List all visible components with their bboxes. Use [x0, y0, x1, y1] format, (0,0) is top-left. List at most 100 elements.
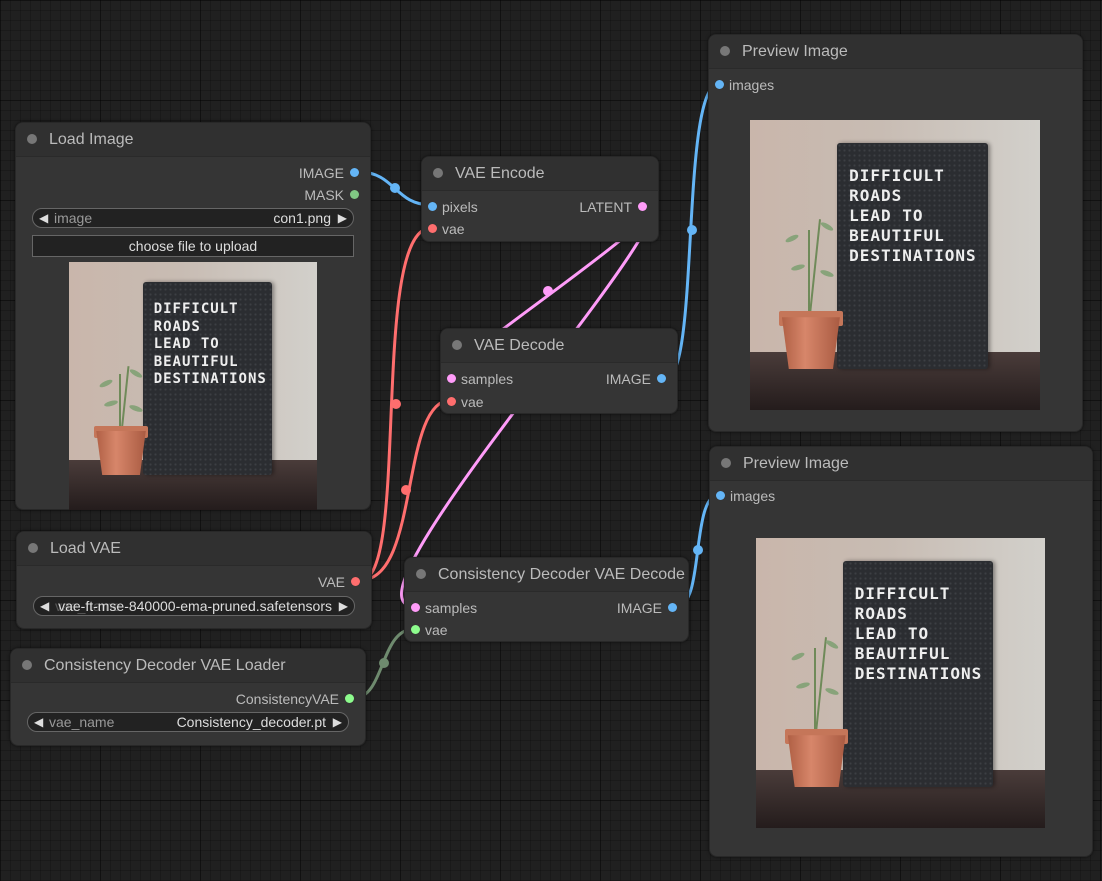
collapse-dot-icon[interactable] — [721, 458, 731, 468]
output-slot-vae[interactable]: VAE — [318, 574, 365, 590]
input-slot-vae[interactable]: vae — [441, 394, 484, 410]
node-title[interactable]: Preview Image — [710, 447, 1092, 481]
slot-label: IMAGE — [605, 371, 651, 387]
widget-label: vae_name — [49, 714, 115, 730]
output-slot-consistency-vae[interactable]: ConsistencyVAE — [236, 691, 359, 707]
slot-label: images — [730, 488, 776, 504]
link-midpoint[interactable] — [379, 658, 389, 668]
arrow-left-icon[interactable]: ◀ — [39, 209, 48, 227]
link-midpoint[interactable] — [687, 225, 697, 235]
output-slot-image[interactable]: IMAGE — [299, 165, 364, 181]
slot-label: samples — [425, 600, 478, 616]
output-slot-mask[interactable]: MASK — [304, 187, 364, 203]
node-title[interactable]: Consistency Decoder VAE Loader — [11, 649, 365, 683]
link-midpoint[interactable] — [693, 545, 703, 555]
input-dot-icon[interactable] — [411, 603, 420, 612]
sign-text-line: DESTINATIONS — [854, 663, 983, 683]
link-midpoint[interactable] — [391, 399, 401, 409]
slot-label: pixels — [442, 199, 478, 215]
vae-encode-node[interactable]: VAE Encode pixels vae LATENT — [421, 156, 659, 242]
sign-text-line: BEAUTIFUL — [153, 353, 239, 370]
input-dot-icon[interactable] — [447, 374, 456, 383]
slot-label: LATENT — [579, 199, 632, 215]
link-midpoint[interactable] — [543, 286, 553, 296]
image-combo-widget[interactable]: ◀ image con1.png ▶ — [32, 208, 354, 228]
node-title[interactable]: Load VAE — [17, 532, 371, 566]
input-slot-samples[interactable]: samples — [405, 600, 477, 616]
consistency-decoder-vae-decode-node[interactable]: Consistency Decoder VAE Decode samples v… — [404, 557, 689, 642]
widget-value: Consistency_decoder.pt — [176, 714, 326, 730]
arrow-left-icon[interactable]: ◀ — [40, 597, 49, 615]
load-image-node[interactable]: Load Image IMAGE MASK ◀ image con1.png ▶… — [15, 122, 371, 510]
input-dot-icon[interactable] — [428, 202, 437, 211]
collapse-dot-icon[interactable] — [433, 168, 443, 178]
input-slot-vae[interactable]: vae — [422, 221, 465, 237]
input-slot-vae[interactable]: vae — [405, 622, 448, 638]
input-dot-icon[interactable] — [428, 224, 437, 233]
slot-label: ConsistencyVAE — [235, 691, 339, 707]
link-vae-to-decode — [359, 398, 453, 582]
node-title[interactable]: Load Image — [16, 123, 370, 157]
node-title-text: Load VAE — [50, 540, 121, 557]
input-image-preview: DIFFICULT ROADS LEAD TO BEAUTIFUL DESTIN… — [69, 262, 317, 510]
slot-label: IMAGE — [616, 600, 662, 616]
sign-text-line: LEAD TO — [849, 205, 924, 225]
collapse-dot-icon[interactable] — [27, 134, 37, 144]
node-title[interactable]: Preview Image — [709, 35, 1082, 69]
arrow-right-icon[interactable]: ▶ — [338, 209, 347, 227]
preview-image-node-top[interactable]: Preview Image images DIFFICULT ROADS LEA… — [708, 34, 1083, 432]
arrow-right-icon[interactable]: ▶ — [339, 597, 348, 615]
arrow-right-icon[interactable]: ▶ — [333, 713, 342, 731]
output-dot-icon[interactable] — [351, 577, 360, 586]
sign-text-line: BEAUTIFUL — [849, 225, 945, 245]
input-dot-icon[interactable] — [447, 397, 456, 406]
slot-label: vae — [442, 221, 465, 237]
slot-label: images — [729, 77, 775, 93]
slot-label: vae — [461, 394, 484, 410]
output-dot-icon[interactable] — [668, 603, 677, 612]
vae-decode-node[interactable]: VAE Decode samples vae IMAGE — [440, 328, 678, 414]
sign-text-line: DESTINATIONS — [849, 245, 977, 265]
input-slot-samples[interactable]: samples — [441, 371, 513, 387]
sign-text-line: DIFFICULT — [849, 165, 945, 185]
collapse-dot-icon[interactable] — [28, 543, 38, 553]
link-midpoint[interactable] — [390, 183, 400, 193]
output-dot-icon[interactable] — [350, 168, 359, 177]
link-midpoint[interactable] — [401, 485, 411, 495]
input-dot-icon[interactable] — [411, 625, 420, 634]
node-title[interactable]: Consistency Decoder VAE Decode — [405, 558, 688, 592]
output-dot-icon[interactable] — [657, 374, 666, 383]
output-image-preview: DIFFICULT ROADS LEAD TO BEAUTIFUL DESTIN… — [756, 538, 1045, 828]
vae-name-combo-widget[interactable]: ◀ vae_name Consistency_decoder.pt ▶ — [27, 712, 349, 732]
sign-text-line: LEAD TO — [153, 336, 220, 353]
input-slot-pixels[interactable]: pixels — [422, 199, 478, 215]
preview-image-node-bottom[interactable]: Preview Image images DIFFICULT ROADS LEA… — [709, 446, 1093, 857]
output-dot-icon[interactable] — [638, 202, 647, 211]
output-slot-latent[interactable]: LATENT — [579, 199, 652, 215]
node-title[interactable]: VAE Decode — [441, 329, 677, 363]
output-dot-icon[interactable] — [350, 190, 359, 199]
sign-text-line: ROADS — [849, 185, 903, 205]
collapse-dot-icon[interactable] — [416, 569, 426, 579]
arrow-left-icon[interactable]: ◀ — [34, 713, 43, 731]
vae-name-combo-widget[interactable]: ◀ vae_name vae-ft-mse-840000-ema-pruned.… — [33, 596, 355, 616]
output-dot-icon[interactable] — [345, 694, 354, 703]
collapse-dot-icon[interactable] — [720, 46, 730, 56]
upload-button[interactable]: choose file to upload — [32, 235, 354, 257]
collapse-dot-icon[interactable] — [22, 660, 32, 670]
node-title-text: VAE Decode — [474, 337, 565, 354]
output-slot-image[interactable]: IMAGE — [606, 371, 671, 387]
input-slot-images[interactable]: images — [709, 77, 774, 93]
input-slot-images[interactable]: images — [710, 488, 775, 504]
load-vae-node[interactable]: Load VAE VAE ◀ vae_name vae-ft-mse-84000… — [16, 531, 372, 629]
input-dot-icon[interactable] — [715, 80, 724, 89]
output-slot-image[interactable]: IMAGE — [617, 600, 682, 616]
consistency-decoder-vae-loader-node[interactable]: Consistency Decoder VAE Loader Consisten… — [10, 648, 366, 746]
node-title[interactable]: VAE Encode — [422, 157, 658, 191]
node-title-text: Preview Image — [743, 455, 849, 472]
widget-value: vae-ft-mse-840000-ema-pruned.safetensors — [58, 598, 332, 614]
input-dot-icon[interactable] — [716, 491, 725, 500]
sign-text-line: BEAUTIFUL — [854, 643, 951, 663]
output-image-preview: DIFFICULT ROADS LEAD TO BEAUTIFUL DESTIN… — [750, 120, 1040, 410]
collapse-dot-icon[interactable] — [452, 340, 462, 350]
